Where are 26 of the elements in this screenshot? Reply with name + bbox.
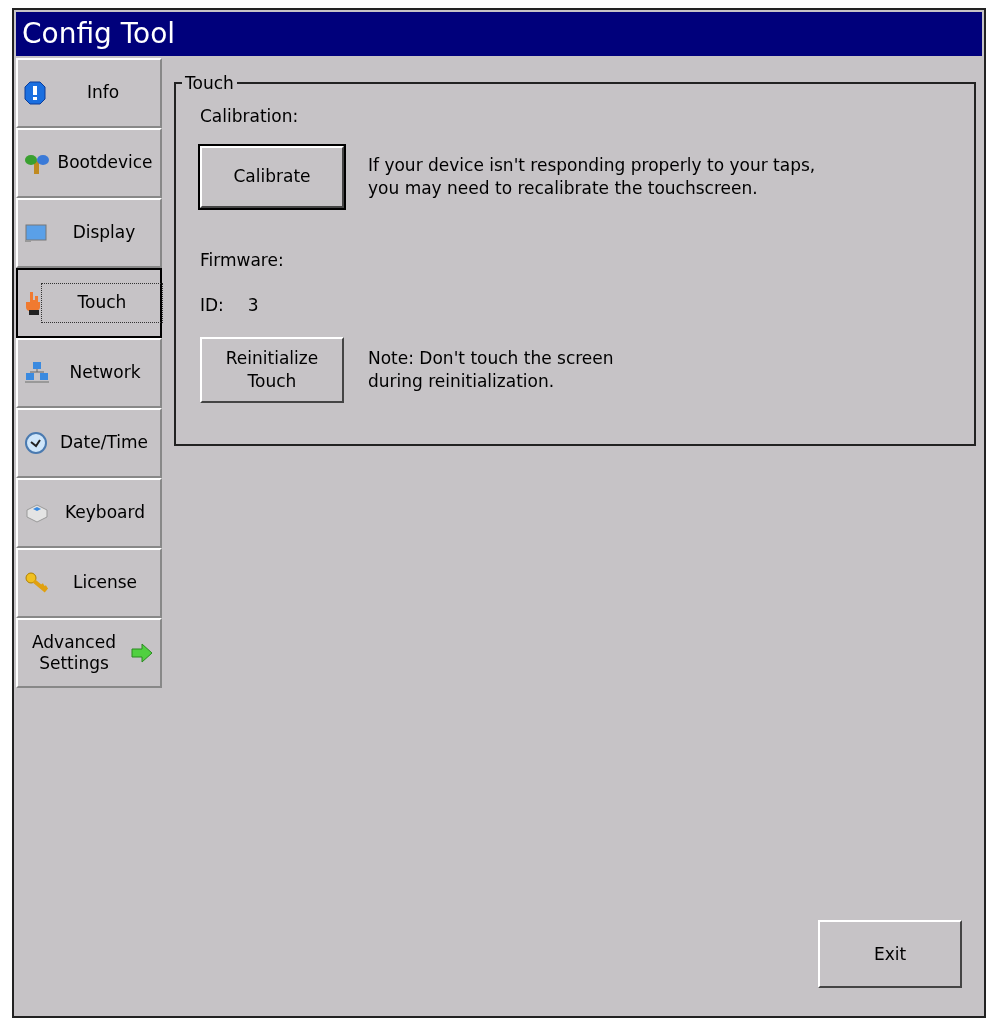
sidebar-tab[interactable]: Display (16, 198, 162, 268)
clock-icon (24, 431, 48, 455)
sidebar-tab[interactable]: Keyboard (16, 478, 162, 548)
id-value: 3 (247, 294, 259, 317)
key-icon (24, 571, 50, 595)
calibrate-button[interactable]: Calibrate (200, 145, 344, 208)
keyboard-key-icon (24, 502, 50, 524)
network-icon (24, 361, 50, 385)
monitor-icon (24, 222, 48, 244)
id-label: ID: (200, 294, 224, 317)
sidebar-tab[interactable]: Advanced Settings (16, 618, 162, 688)
sidebar-tab[interactable]: Info (16, 58, 162, 128)
sidebar-tab[interactable]: Date/Time (16, 408, 162, 478)
reinitialize-button[interactable]: Reinitialize Touch (200, 336, 344, 403)
arrow-right-icon (130, 642, 154, 664)
reinitialize-note: Note: Don't touch the screen during reinitialization. (368, 347, 614, 392)
sidebar-tab[interactable]: Touch (16, 268, 162, 338)
warning-icon (24, 81, 46, 105)
window-title: Config Tool (16, 12, 982, 56)
exit-button[interactable]: Exit (818, 920, 962, 988)
calibrate-note: If your device isn't responding properly to your taps, you may need to recalibrate the touchscreen. (368, 154, 816, 199)
sidebar-tab[interactable]: Network (16, 338, 162, 408)
sidebar-tab[interactable]: License (16, 548, 162, 618)
sidebar-tab[interactable]: Bootdevice (16, 128, 162, 198)
firmware-label: Firmware: (200, 248, 285, 272)
calibration-label: Calibration: (200, 105, 300, 128)
